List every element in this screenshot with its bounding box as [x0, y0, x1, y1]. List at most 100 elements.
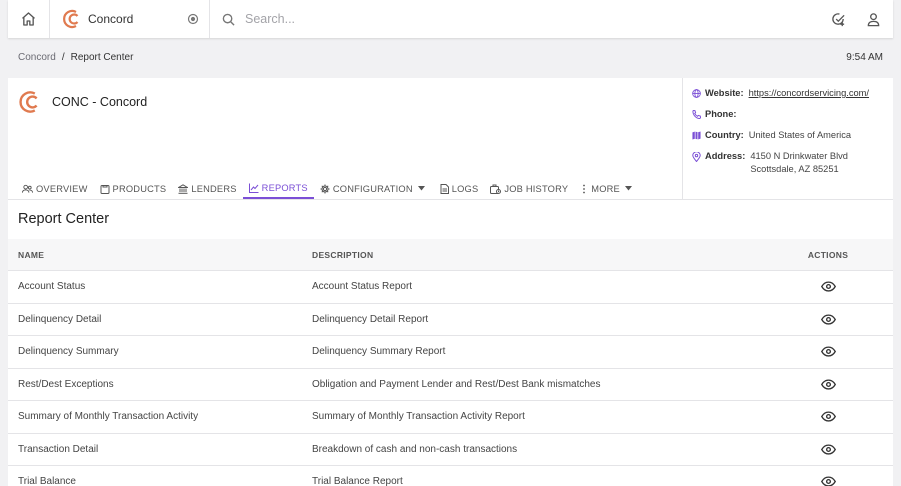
tab-reports[interactable]: REPORTS	[242, 178, 314, 199]
tab-label: JOB HISTORY	[504, 183, 569, 194]
view-report-button[interactable]	[763, 314, 893, 325]
top-actions	[831, 12, 893, 27]
location-pin-icon	[692, 152, 701, 162]
column-header-name[interactable]: NAME	[8, 250, 312, 260]
search-input[interactable]	[245, 12, 545, 26]
table-row[interactable]: Delinquency Detail Delinquency Detail Rep…	[8, 304, 893, 336]
tab-logs[interactable]: LOGS	[434, 178, 485, 199]
tab-label: OVERVIEW	[36, 183, 88, 194]
company-logo-icon	[63, 9, 79, 29]
address-label: Address:	[705, 151, 746, 161]
phone-label: Phone:	[705, 109, 737, 119]
report-name: Delinquency Summary	[18, 346, 119, 358]
job-icon	[490, 184, 502, 194]
tab-job-history[interactable]: JOB HISTORY	[484, 178, 574, 199]
view-report-button[interactable]	[763, 411, 893, 422]
company-logo-icon	[19, 91, 38, 113]
tab-label: MORE	[591, 183, 620, 194]
breadcrumb-current: Report Center	[70, 52, 134, 63]
report-name: Transaction Detail	[18, 443, 99, 455]
report-description: Trial Balance Report	[312, 476, 403, 486]
tab-products[interactable]: PRODUCTS	[94, 178, 173, 199]
address-line-1: 4150 N Drinkwater Blvd	[750, 151, 848, 161]
search-icon	[222, 13, 235, 26]
reports-table: NAME DESCRIPTION ACTIONS Account Status A…	[8, 239, 893, 486]
view-report-button[interactable]	[763, 379, 893, 390]
home-button[interactable]	[8, 0, 50, 38]
report-description: Breakdown of cash and non-cash transacti…	[312, 443, 518, 455]
view-report-button[interactable]	[763, 281, 893, 292]
column-header-actions: ACTIONS	[807, 249, 849, 260]
eye-icon	[820, 379, 836, 390]
website-label: Website:	[705, 88, 744, 98]
tab-label: REPORTS	[261, 182, 308, 193]
table-row[interactable]: Account Status Account Status Report	[8, 271, 893, 304]
more-vertical-icon	[583, 184, 586, 193]
address-row: Address: 4150 N Drinkwater Blvd Scottsda…	[692, 150, 893, 176]
breadcrumb: Concord / Report Center	[18, 52, 133, 63]
report-name: Account Status	[18, 281, 86, 293]
phone-icon	[692, 110, 701, 119]
user-icon[interactable]	[866, 12, 881, 27]
globe-icon	[692, 89, 701, 98]
company-info: Website: https://concordservicing.com/ P…	[682, 78, 893, 199]
view-report-button[interactable]	[763, 444, 893, 455]
users-icon	[22, 184, 33, 193]
tab-label: LENDERS	[191, 183, 237, 194]
table-row[interactable]: Rest/Dest Exceptions Obligation and Payme…	[8, 369, 893, 401]
report-name: Rest/Dest Exceptions	[18, 378, 114, 390]
eye-icon	[820, 346, 836, 357]
report-description: Obligation and Payment Lender and Rest/D…	[312, 378, 601, 390]
column-header-description[interactable]: DESCRIPTION	[312, 250, 763, 260]
view-report-button[interactable]	[763, 346, 893, 357]
company-name: Concord	[88, 12, 134, 26]
report-description: Summary of Monthly Transaction Activity …	[312, 411, 525, 423]
table-row[interactable]: Delinquency Summary Delinquency Summary R…	[8, 336, 893, 369]
eye-icon	[820, 281, 836, 292]
breadcrumb-link-company[interactable]: Concord	[18, 52, 56, 63]
eye-icon	[820, 411, 836, 422]
bank-icon	[178, 183, 189, 194]
company-tabs: OVERVIEW PRODUCTS LENDERS REPORTS CONFIG…	[16, 178, 641, 199]
table-row[interactable]: Transaction Detail Breakdown of cash and …	[8, 434, 893, 466]
website-link[interactable]: https://concordservicing.com/	[749, 87, 869, 100]
report-description: Delinquency Detail Report	[312, 313, 429, 325]
caret-down-icon	[417, 186, 425, 191]
address-value: 4150 N Drinkwater Blvd Scottsdale, AZ 85…	[750, 150, 848, 176]
panel-title: Report Center	[18, 211, 110, 227]
clear-icon[interactable]	[187, 12, 199, 30]
report-center-panel: Report Center NAME DESCRIPTION ACTIONS A…	[8, 199, 893, 486]
current-time: 9:54 AM	[846, 52, 883, 63]
website-row: Website: https://concordservicing.com/	[692, 87, 893, 100]
tab-label: PRODUCTS	[112, 183, 167, 194]
eye-icon	[820, 476, 836, 486]
table-header: NAME DESCRIPTION ACTIONS	[8, 239, 893, 271]
top-bar: Concord	[8, 0, 893, 38]
tab-overview[interactable]: OVERVIEW	[16, 178, 94, 199]
report-name: Trial Balance	[18, 476, 76, 486]
country-row: Country: United States of America	[692, 129, 893, 142]
gear-icon	[320, 184, 330, 193]
view-report-button[interactable]	[763, 476, 893, 486]
address-line-2: Scottsdale, AZ 85251	[750, 164, 839, 174]
report-description: Account Status Report	[312, 281, 413, 293]
caret-down-icon	[624, 186, 632, 191]
tab-lenders[interactable]: LENDERS	[172, 178, 242, 199]
map-icon	[692, 131, 701, 140]
company-selector[interactable]: Concord	[50, 0, 210, 38]
clipboard-icon	[100, 184, 110, 194]
table-row[interactable]: Summary of Monthly Transaction Activity S…	[8, 401, 893, 434]
report-name: Summary of Monthly Transaction Activity	[18, 411, 199, 423]
company-title: CONC - Concord	[52, 95, 148, 109]
home-icon	[22, 12, 35, 26]
report-description: Delinquency Summary Report	[312, 346, 446, 358]
breadcrumb-separator: /	[61, 52, 65, 63]
eye-icon	[820, 444, 836, 455]
task-check-icon[interactable]	[831, 12, 846, 27]
chart-line-icon	[248, 183, 259, 193]
table-row[interactable]: Trial Balance Trial Balance Report	[8, 466, 893, 486]
country-label: Country:	[705, 130, 744, 140]
tab-more[interactable]: MORE	[574, 178, 641, 199]
tab-label: CONFIGURATION	[332, 183, 413, 194]
tab-configuration[interactable]: CONFIGURATION	[314, 178, 434, 199]
